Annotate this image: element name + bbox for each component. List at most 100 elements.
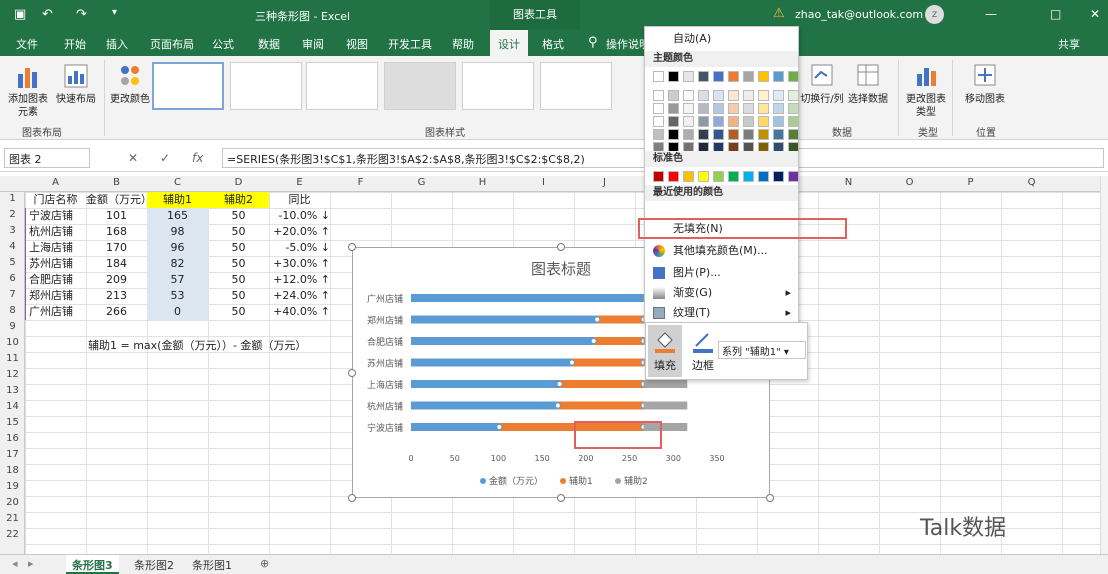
color-swatch[interactable] [758,103,769,114]
row-header[interactable]: 12 [0,369,25,380]
table-cell[interactable]: +20.0% ↑ [269,224,330,240]
color-swatch[interactable] [653,103,664,114]
table-cell[interactable]: 266 [86,304,147,320]
legend-label[interactable]: 辅助1 [569,475,593,487]
share-button[interactable]: 共享 [1058,36,1080,52]
row-header[interactable]: 22 [0,529,25,540]
table-cell[interactable]: 上海店铺 [25,240,86,256]
table-cell[interactable]: 101 [86,208,147,224]
undo-icon[interactable]: ↶ [42,7,53,22]
color-swatch[interactable] [653,129,664,140]
row-header[interactable]: 3 [0,225,25,236]
row-header[interactable]: 9 [0,321,25,332]
chart-style-5[interactable] [462,62,534,110]
table-cell[interactable]: -5.0% ↓ [269,240,330,256]
name-box[interactable]: 图表 2 [4,148,90,168]
color-swatch[interactable] [683,129,694,140]
chart-style-3[interactable] [306,62,378,110]
fx-icon[interactable]: fx [192,151,203,165]
table-cell[interactable]: 杭州店铺 [25,224,86,240]
table-cell[interactable]: 50 [208,272,269,288]
sheet-nav-prev-icon[interactable]: ◂ [6,555,24,574]
tab-format[interactable]: 格式 [542,36,564,52]
table-cell[interactable]: 宁波店铺 [25,208,86,224]
table-header-cell[interactable]: 辅助2 [208,192,269,208]
table-cell[interactable]: +24.0% ↑ [269,288,330,304]
bar-1[interactable] [557,401,644,410]
color-swatch[interactable] [728,116,739,127]
color-swatch[interactable] [653,116,664,127]
resize-handle[interactable] [766,494,774,502]
table-cell[interactable]: 50 [208,256,269,272]
maximize-button[interactable]: □ [1050,7,1061,21]
color-swatch[interactable] [788,71,799,82]
color-swatch[interactable] [683,103,694,114]
column-header[interactable]: E [269,177,330,188]
column-header[interactable]: P [940,177,1001,188]
row-header[interactable]: 19 [0,481,25,492]
tab-data[interactable]: 数据 [258,36,280,52]
tab-design[interactable]: 设计 [490,30,528,56]
table-cell[interactable]: 广州店铺 [25,304,86,320]
gradient-item[interactable]: 渐变(G) ▸ [649,283,797,303]
color-swatch[interactable] [758,171,769,182]
table-cell[interactable]: 苏州店铺 [25,256,86,272]
color-swatch[interactable] [713,116,724,127]
table-cell[interactable]: 165 [147,208,208,224]
color-swatch[interactable] [713,171,724,182]
auto-color-item[interactable]: 自动(A) [649,29,797,49]
resize-handle[interactable] [557,243,565,251]
column-header[interactable]: J [574,177,635,188]
table-header-cell[interactable]: 同比 [269,192,330,208]
chart-title[interactable]: 图表标题 [531,260,591,278]
color-swatch[interactable] [713,129,724,140]
color-swatch[interactable] [698,171,709,182]
picture-fill-item[interactable]: 图片(P)... [649,263,797,283]
color-swatch[interactable] [668,129,679,140]
add-sheet-icon[interactable]: ⊕ [254,555,275,574]
table-cell[interactable]: +12.0% ↑ [269,272,330,288]
tab-insert[interactable]: 插入 [106,36,128,52]
row-header[interactable]: 21 [0,513,25,524]
bar-1[interactable] [597,315,644,324]
close-button[interactable]: ✕ [1090,7,1100,21]
column-header[interactable]: A [25,177,86,188]
save-icon[interactable]: ▣ [14,7,26,22]
color-swatch[interactable] [698,116,709,127]
outline-button[interactable]: 边框 [686,325,720,377]
bar-1[interactable] [559,380,644,388]
series-select-dropdown[interactable]: 系列 "辅助1" ▾ [718,341,806,359]
color-swatch[interactable] [758,116,769,127]
color-swatch[interactable] [743,116,754,127]
table-cell[interactable]: 57 [147,272,208,288]
chart-style-4[interactable] [384,62,456,110]
resize-handle[interactable] [348,369,356,377]
column-header[interactable]: F [330,177,391,188]
table-cell[interactable]: +30.0% ↑ [269,256,330,272]
color-swatch[interactable] [788,171,799,182]
color-swatch[interactable] [788,129,799,140]
color-swatch[interactable] [788,116,799,127]
avatar[interactable]: z [925,5,944,24]
row-header[interactable]: 16 [0,433,25,444]
sheet-nav-next-icon[interactable]: ▸ [22,555,40,574]
texture-item[interactable]: 纹理(T) ▸ [649,303,797,323]
tab-page-layout[interactable]: 页面布局 [150,36,194,52]
legend-label[interactable]: 金额（万元） [489,475,543,487]
column-header[interactable]: I [513,177,574,188]
column-header[interactable]: H [452,177,513,188]
color-swatch[interactable] [773,71,784,82]
redo-icon[interactable]: ↷ [76,7,87,22]
row-header[interactable]: 10 [0,337,25,348]
row-header[interactable]: 13 [0,385,25,396]
tab-view[interactable]: 视图 [346,36,368,52]
table-cell[interactable]: 96 [147,240,208,256]
chart-style-2[interactable] [230,62,302,110]
table-header-cell[interactable]: 门店名称 [25,192,86,208]
table-cell[interactable]: 184 [86,256,147,272]
color-swatch[interactable] [668,90,679,101]
table-cell[interactable]: -10.0% ↓ [269,208,330,224]
color-swatch[interactable] [698,71,709,82]
color-swatch[interactable] [683,71,694,82]
table-cell[interactable]: 170 [86,240,147,256]
